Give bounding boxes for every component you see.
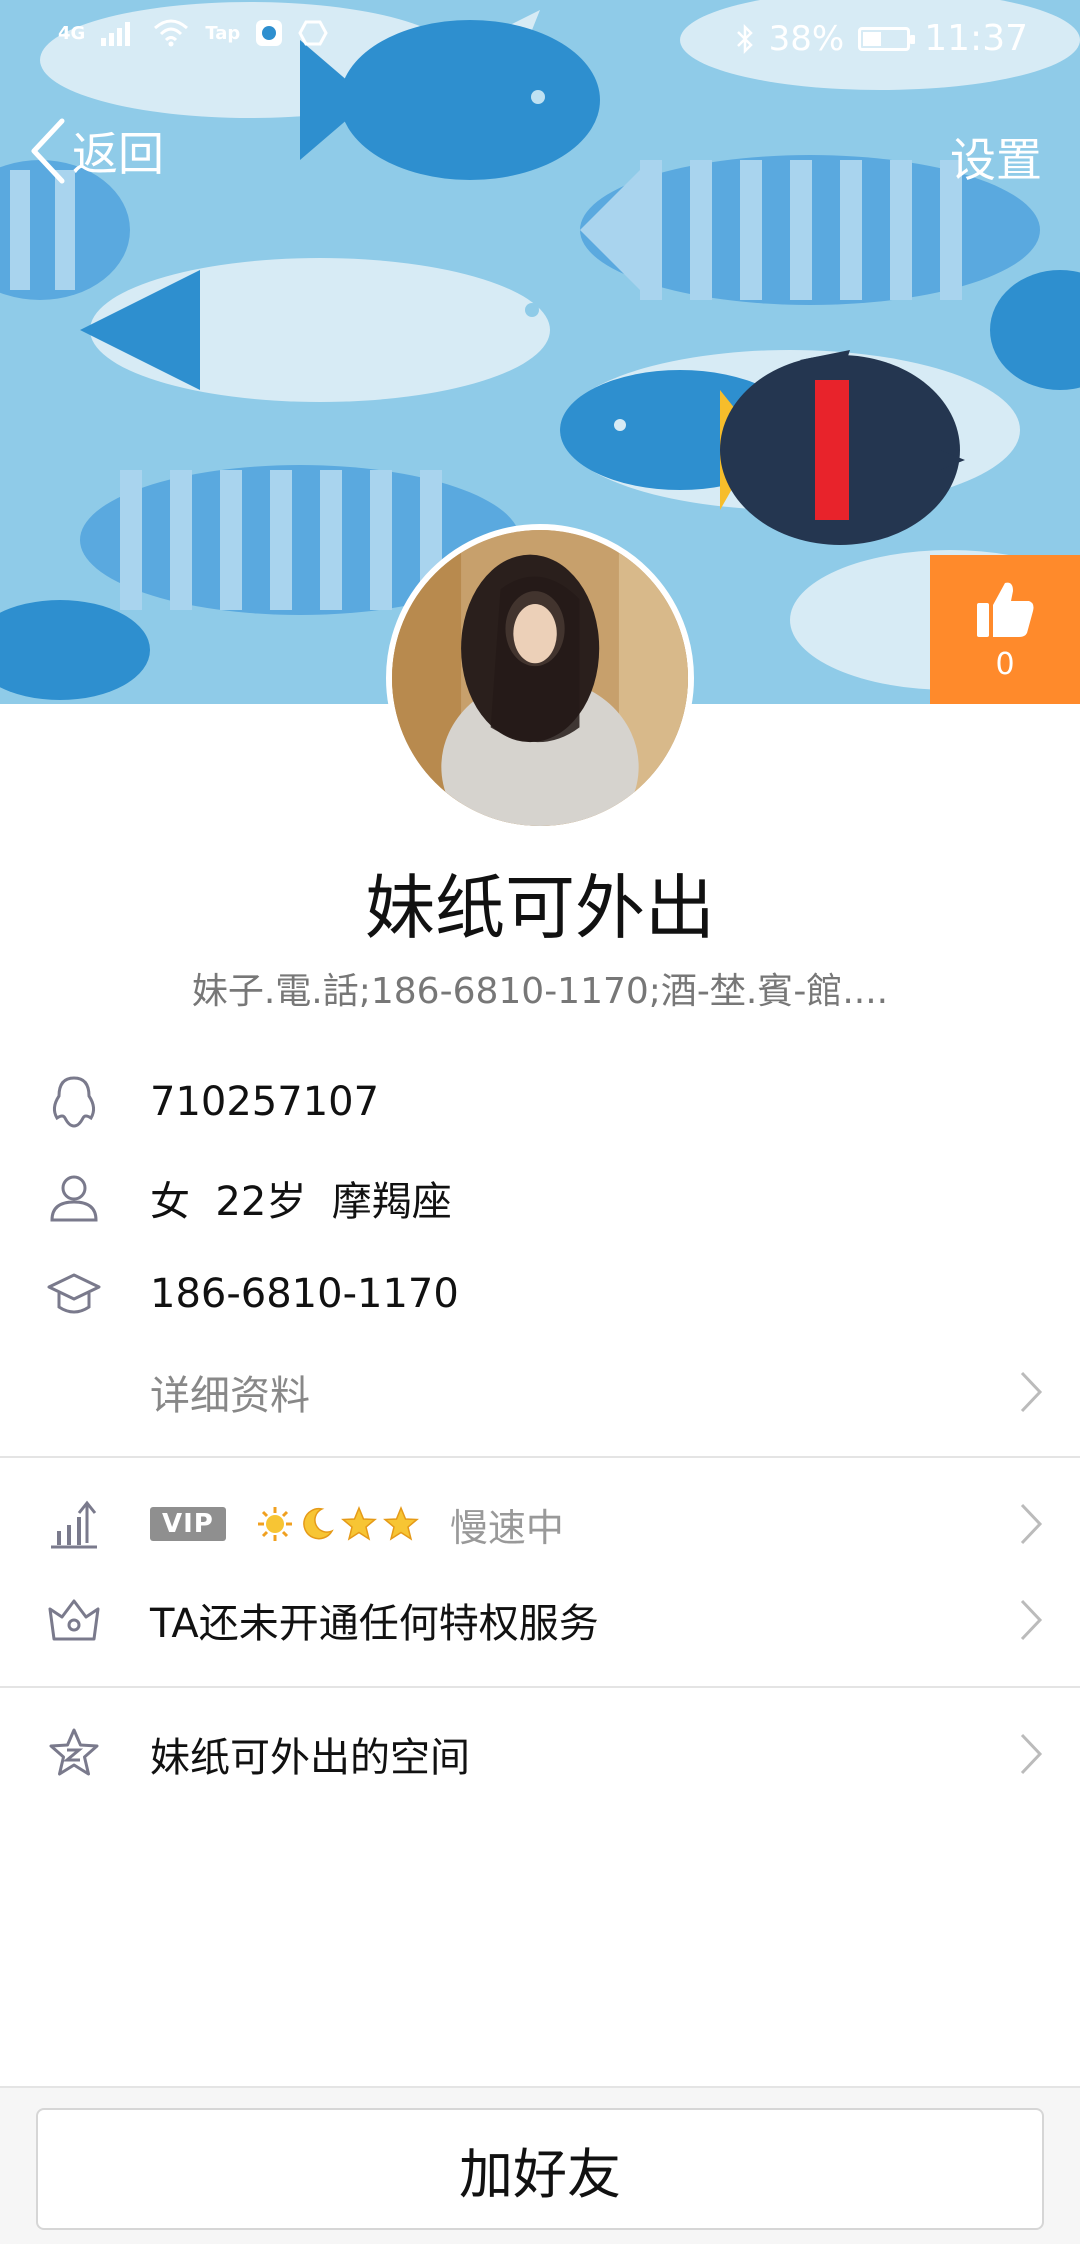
nickname: 妹纸可外出 <box>365 867 715 949</box>
level-icons <box>256 1505 420 1543</box>
school-info: 186-6810-1170 <box>150 1271 459 1317</box>
bluetooth-icon <box>736 23 753 54</box>
back-label: 返回 <box>72 127 164 181</box>
avatar[interactable] <box>386 524 694 832</box>
signature: 妹子.電.話;186-6810-1170;酒-埜.賓-館.... <box>191 971 889 1012</box>
chevron-right-icon <box>1020 1733 1043 1775</box>
star-icon <box>382 1506 419 1541</box>
signal-icon <box>101 22 131 46</box>
chevron-right-icon <box>1020 1503 1043 1545</box>
top-nav: 返回 设置 <box>0 110 1080 200</box>
penguin-icon <box>52 1076 96 1128</box>
qq-number: 710257107 <box>150 1079 380 1125</box>
bottom-action-bar: 加好友 <box>0 2086 1080 2244</box>
gender-age-zodiac: 女 22岁 摩羯座 <box>150 1179 452 1225</box>
section-divider <box>0 1686 1080 1688</box>
crown-icon <box>48 1599 100 1641</box>
battery-icon <box>858 26 916 51</box>
basic-info-row: 女 22岁 摩羯座 <box>0 1150 1080 1246</box>
settings-button[interactable]: 设置 <box>950 124 1042 190</box>
shield-app-icon <box>298 20 329 46</box>
qzone-star-icon <box>49 1728 99 1776</box>
privilege-text: TA还未开通任何特权服务 <box>150 1601 599 1647</box>
level-chart-icon <box>51 1500 97 1549</box>
chevron-right-icon <box>1020 1599 1043 1641</box>
app-notification-icon <box>256 20 283 46</box>
back-arrow-icon <box>31 118 65 184</box>
thumbs-up-icon <box>977 582 1034 637</box>
qq-number-row: 710257107 <box>0 1054 1080 1150</box>
details-row[interactable]: 详细资料 <box>0 1344 1080 1440</box>
sun-icon <box>257 1507 292 1541</box>
vip-badge: VIP <box>150 1507 226 1541</box>
avatar-photo <box>392 530 688 826</box>
qzone-row[interactable]: 妹纸可外出的空间 <box>0 1706 1080 1802</box>
battery-percent: 38% <box>768 18 845 59</box>
details-label: 详细资料 <box>150 1373 310 1419</box>
like-button[interactable]: 0 <box>930 555 1080 704</box>
school-row: 186-6810-1170 <box>0 1246 1080 1342</box>
like-count: 0 <box>995 647 1015 682</box>
network-type: 4G <box>58 22 86 44</box>
clock: 11:37 <box>924 18 1028 59</box>
graduation-cap-icon <box>47 1273 101 1314</box>
section-divider <box>0 1456 1080 1458</box>
chevron-right-icon <box>1020 1371 1043 1413</box>
add-friend-button[interactable]: 加好友 <box>36 2108 1044 2230</box>
status-bar: 4G Tap 38% 11:37 <box>0 0 1080 80</box>
moon-icon <box>303 1507 334 1540</box>
person-icon <box>50 1175 98 1222</box>
privilege-row[interactable]: TA还未开通任何特权服务 <box>0 1572 1080 1668</box>
speed-status: 慢速中 <box>449 1505 564 1550</box>
tap-app-icon: Tap <box>205 22 241 44</box>
qzone-label: 妹纸可外出的空间 <box>150 1735 470 1781</box>
back-button[interactable]: 返回 <box>30 118 164 184</box>
vip-level-row[interactable]: VIP 慢速中 <box>0 1476 1080 1572</box>
star-icon <box>340 1506 377 1541</box>
wifi-icon <box>154 19 189 47</box>
